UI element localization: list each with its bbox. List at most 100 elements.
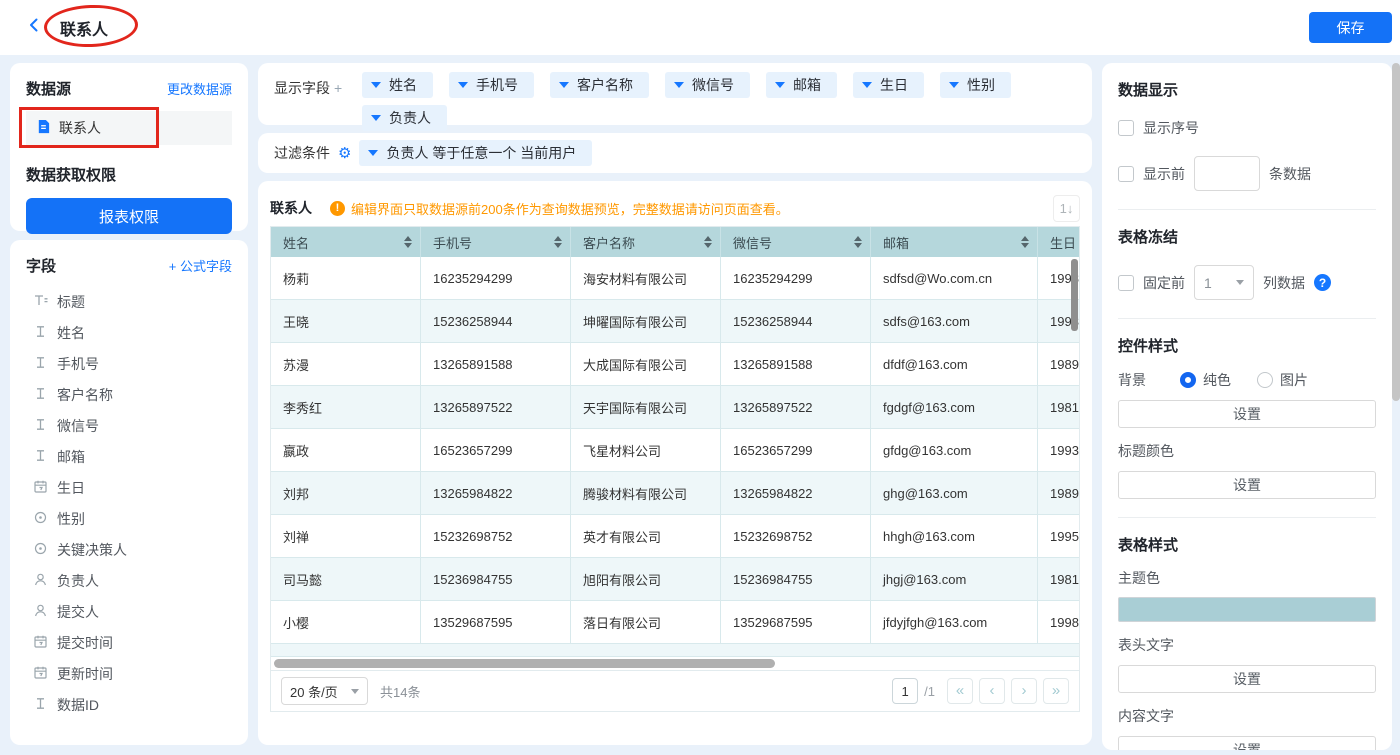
content-text-set-button[interactable]: 设置: [1118, 736, 1376, 750]
bg-image-radio[interactable]: [1257, 372, 1273, 388]
page-scrollbar-thumb[interactable]: [1392, 63, 1400, 401]
horizontal-scrollbar-thumb[interactable]: [274, 659, 775, 668]
change-datasource-link[interactable]: 更改数据源: [167, 79, 232, 98]
preview-title: 联系人: [270, 198, 312, 218]
table-cell: 15232698752: [721, 515, 871, 557]
display-field-chip[interactable]: 性别: [940, 72, 1011, 98]
display-field-chip[interactable]: 邮箱: [766, 72, 837, 98]
last-page-button[interactable]: »: [1043, 678, 1069, 704]
vertical-scrollbar-thumb[interactable]: [1071, 259, 1078, 331]
field-item-label: 更新时间: [57, 664, 113, 684]
person-icon: [33, 572, 48, 590]
display-field-chip[interactable]: 手机号: [449, 72, 534, 98]
datasource-item[interactable]: 联系人: [26, 111, 232, 145]
display-field-chip[interactable]: 微信号: [665, 72, 750, 98]
table-header-row: 姓名手机号客户名称微信号邮箱生日: [271, 227, 1079, 257]
radio-icon: [33, 510, 48, 528]
next-page-button[interactable]: ›: [1011, 678, 1037, 704]
background-set-button[interactable]: 设置: [1118, 400, 1376, 428]
sort-order-icon[interactable]: 1↓: [1053, 195, 1080, 222]
text-icon: [33, 417, 48, 435]
field-item[interactable]: 提交人: [26, 596, 232, 627]
chevron-down-icon: [368, 150, 378, 156]
bg-solid-radio[interactable]: [1180, 372, 1196, 388]
table-cell: 天宇国际有限公司: [571, 386, 721, 428]
show-first-count-input[interactable]: [1194, 156, 1260, 191]
field-item[interactable]: 提交时间: [26, 627, 232, 658]
chevron-down-icon: [371, 82, 381, 88]
header-text-set-button[interactable]: 设置: [1118, 665, 1376, 693]
field-item[interactable]: 微信号: [26, 410, 232, 441]
freeze-checkbox[interactable]: [1118, 275, 1134, 291]
table-cell: 13529687595: [721, 601, 871, 643]
sort-carets-icon[interactable]: [704, 236, 712, 248]
column-header[interactable]: 生日: [1038, 227, 1079, 257]
table-cell: 13265897522: [721, 386, 871, 428]
sort-carets-icon[interactable]: [1021, 236, 1029, 248]
table-row: 杨莉16235294299海安材料有限公司16235294299sdfsd@Wo…: [271, 257, 1079, 300]
show-first-checkbox[interactable]: [1118, 166, 1134, 182]
page-size-select[interactable]: 20 条/页: [281, 677, 368, 705]
field-item[interactable]: 数据ID: [26, 689, 232, 720]
filter-condition-chip[interactable]: 负责人 等于任意一个 当前用户: [359, 140, 592, 166]
display-field-chip[interactable]: 生日: [853, 72, 924, 98]
sort-carets-icon[interactable]: [554, 236, 562, 248]
title-color-set-button[interactable]: 设置: [1118, 471, 1376, 499]
current-page-input[interactable]: 1: [892, 678, 918, 704]
back-icon[interactable]: [26, 17, 42, 38]
report-permission-button[interactable]: 报表权限: [26, 198, 232, 234]
table-row-partial: [271, 644, 1079, 657]
show-first-suffix: 条数据: [1269, 164, 1311, 184]
table-cell: 司马懿: [271, 558, 421, 600]
add-display-field-button[interactable]: +: [334, 80, 342, 96]
field-item[interactable]: 标题: [26, 286, 232, 317]
table-row: 嬴政16523657299飞星材料公司16523657299gfdg@163.c…: [271, 429, 1079, 472]
column-header[interactable]: 姓名: [271, 227, 421, 257]
prev-page-button[interactable]: ‹: [979, 678, 1005, 704]
field-item[interactable]: 邮箱: [26, 441, 232, 472]
chevron-down-icon: [949, 82, 959, 88]
page-total: /1: [924, 684, 935, 699]
table-cell: 16235294299: [721, 257, 871, 299]
column-header[interactable]: 手机号: [421, 227, 571, 257]
sort-carets-icon[interactable]: [854, 236, 862, 248]
theme-color-swatch[interactable]: [1118, 597, 1376, 622]
display-field-chip[interactable]: 负责人: [362, 105, 447, 131]
display-field-chip[interactable]: 姓名: [362, 72, 433, 98]
warning-icon: !: [330, 201, 345, 216]
header-text-label: 表头文字: [1118, 635, 1376, 655]
save-button[interactable]: 保存: [1309, 12, 1392, 43]
help-icon[interactable]: ?: [1314, 274, 1331, 291]
field-item[interactable]: 客户名称: [26, 379, 232, 410]
field-item[interactable]: 负责人: [26, 565, 232, 596]
table-row: 王晓15236258944坤曜国际有限公司15236258944sdfs@163…: [271, 300, 1079, 343]
field-item[interactable]: 更新时间: [26, 658, 232, 689]
document-icon: [36, 119, 51, 137]
field-item-label: 提交时间: [57, 633, 113, 653]
table-cell: 苏漫: [271, 343, 421, 385]
field-item[interactable]: 关键决策人: [26, 534, 232, 565]
table-cell: 旭阳有限公司: [571, 558, 721, 600]
column-header[interactable]: 客户名称: [571, 227, 721, 257]
gear-icon[interactable]: ⚙︎: [338, 146, 351, 161]
show-index-checkbox[interactable]: [1118, 120, 1134, 136]
field-item[interactable]: 性别: [26, 503, 232, 534]
table-body: 杨莉16235294299海安材料有限公司16235294299sdfsd@Wo…: [271, 257, 1079, 644]
column-header[interactable]: 微信号: [721, 227, 871, 257]
table-cell: hhgh@163.com: [871, 515, 1038, 557]
field-item[interactable]: 手机号: [26, 348, 232, 379]
first-page-button[interactable]: «: [947, 678, 973, 704]
table-cell: 15236258944: [421, 300, 571, 342]
table-cell: jhgj@163.com: [871, 558, 1038, 600]
display-field-chip[interactable]: 客户名称: [550, 72, 649, 98]
add-formula-field-link[interactable]: + 公式字段: [169, 256, 232, 275]
field-item[interactable]: 生日: [26, 472, 232, 503]
chevron-down-icon: [674, 82, 684, 88]
background-label: 背景: [1118, 370, 1180, 390]
column-header[interactable]: 邮箱: [871, 227, 1038, 257]
field-item[interactable]: 姓名: [26, 317, 232, 348]
fields-title: 字段: [26, 255, 56, 276]
table-cell: dfdf@163.com: [871, 343, 1038, 385]
sort-carets-icon[interactable]: [404, 236, 412, 248]
freeze-count-select[interactable]: 1: [1194, 265, 1254, 300]
